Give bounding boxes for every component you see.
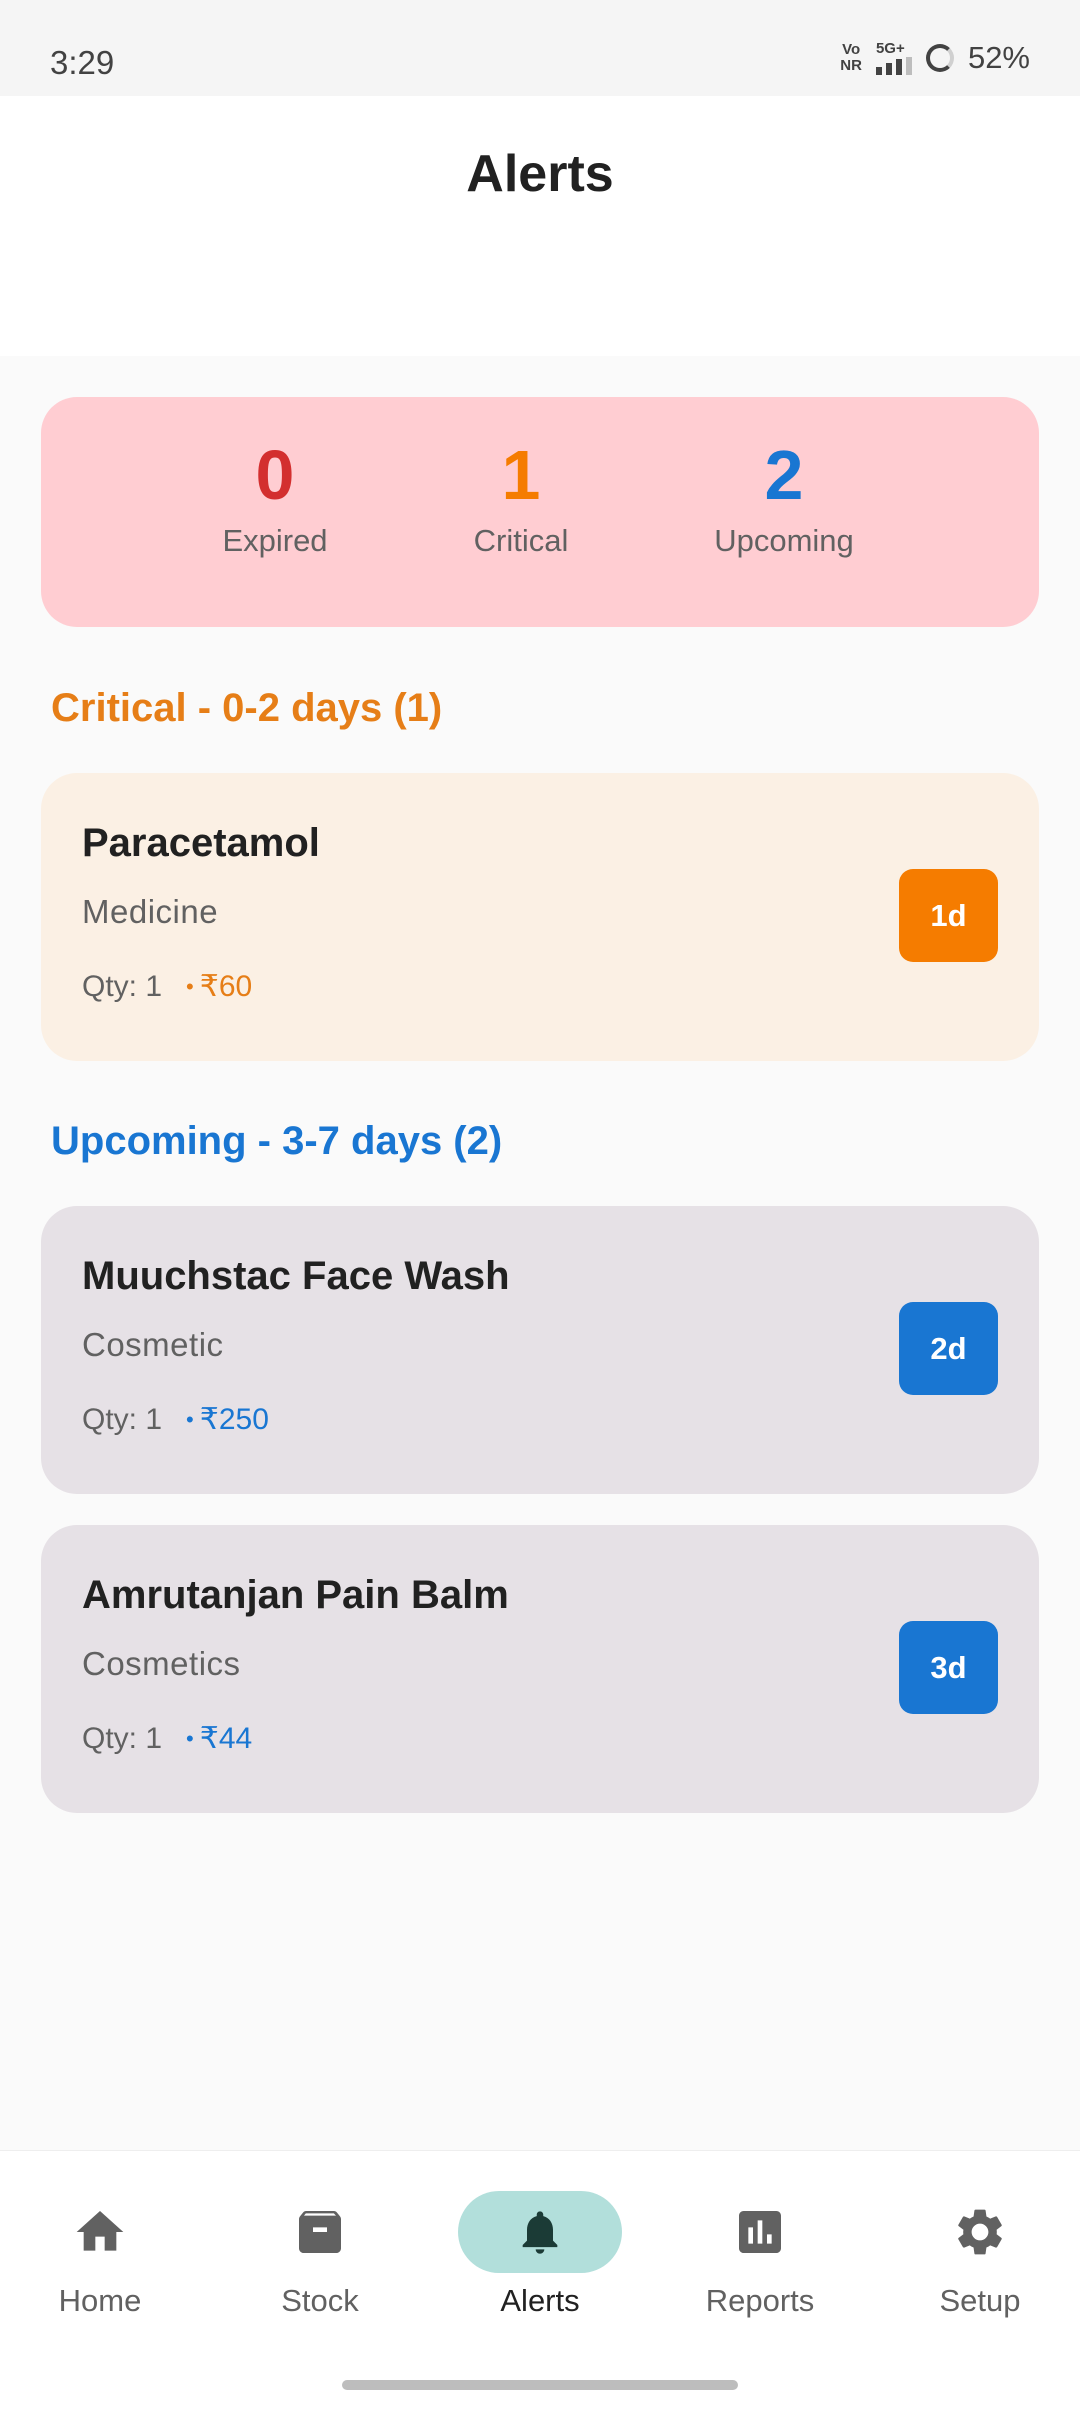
separator-dot-icon: • — [186, 973, 194, 999]
critical-label: Critical — [473, 523, 569, 558]
nav-stock[interactable]: Stock — [220, 2191, 420, 2319]
item-name: Muuchstac Face Wash — [82, 1254, 510, 1298]
days-remaining-badge: 1d — [899, 869, 998, 962]
separator-dot-icon: • — [186, 1725, 194, 1751]
nav-setup-label: Setup — [939, 2283, 1021, 2318]
item-qty: Qty: 1 — [82, 1402, 163, 1436]
nav-alerts-label: Alerts — [500, 2283, 580, 2318]
days-remaining-badge: 2d — [899, 1302, 998, 1395]
summary-expired: 0 Expired — [155, 433, 395, 559]
item-category: Cosmetics — [82, 1645, 241, 1682]
nav-reports[interactable]: Reports — [660, 2191, 860, 2319]
days-remaining-badge: 3d — [899, 1621, 998, 1714]
critical-section-heading: Critical - 0-2 days (1) — [51, 686, 443, 730]
signal-bars-icon — [875, 57, 912, 75]
expired-label: Expired — [222, 523, 328, 558]
item-price: ₹60 — [199, 970, 253, 1003]
item-meta: Qty: 1 • ₹250 — [82, 1402, 269, 1437]
battery-percentage: 52% — [967, 40, 1030, 75]
item-category: Medicine — [82, 893, 219, 930]
app-header — [0, 96, 1080, 356]
alerts-summary-card: 0 Expired 1 Critical 2 Upcoming — [41, 397, 1039, 627]
item-name: Paracetamol — [82, 821, 320, 865]
bar-chart-icon — [739, 2211, 781, 2253]
bell-icon — [522, 2211, 558, 2254]
status-indicators: Vo NR 5G+ 52% — [840, 40, 1030, 76]
battery-icon — [925, 44, 954, 72]
item-category: Cosmetic — [82, 1326, 224, 1363]
gear-icon — [958, 2209, 1002, 2255]
nav-reports-label: Reports — [705, 2283, 815, 2318]
nav-setup[interactable]: Setup — [880, 2191, 1080, 2319]
expired-count: 0 — [255, 436, 295, 514]
signal-indicator: 5G+ — [875, 41, 912, 75]
summary-upcoming: 2 Upcoming — [664, 433, 904, 559]
critical-count: 1 — [501, 436, 541, 514]
item-qty: Qty: 1 — [82, 969, 163, 1003]
alert-item-card[interactable]: Muuchstac Face Wash Cosmetic Qty: 1 • ₹2… — [41, 1206, 1039, 1494]
separator-dot-icon: • — [186, 1406, 194, 1432]
nav-alerts[interactable]: Alerts — [440, 2191, 640, 2319]
upcoming-section-heading: Upcoming - 3-7 days (2) — [51, 1119, 503, 1163]
status-bar: 3:29 Vo NR 5G+ 52% — [0, 0, 1080, 96]
item-meta: Qty: 1 • ₹44 — [82, 1721, 252, 1756]
bottom-navigation: Home Stock Alerts Reports Setup — [0, 2150, 1080, 2409]
upcoming-count: 2 — [764, 436, 804, 514]
item-price: ₹250 — [199, 1403, 269, 1436]
home-indicator[interactable] — [342, 2380, 738, 2390]
nav-home-label: Home — [58, 2283, 142, 2318]
page-title: Alerts — [466, 145, 614, 203]
nav-stock-label: Stock — [281, 2283, 359, 2318]
home-icon — [76, 2211, 124, 2251]
status-time: 3:29 — [50, 44, 115, 81]
item-qty: Qty: 1 — [82, 1721, 163, 1755]
alert-item-card[interactable]: Paracetamol Medicine Qty: 1 • ₹60 1d — [41, 773, 1039, 1061]
upcoming-label: Upcoming — [714, 523, 854, 558]
alert-item-card[interactable]: Amrutanjan Pain Balm Cosmetics Qty: 1 • … — [41, 1525, 1039, 1813]
item-price: ₹44 — [199, 1722, 253, 1755]
archive-box-icon — [299, 2211, 341, 2253]
item-name: Amrutanjan Pain Balm — [82, 1573, 509, 1617]
volte-indicator: Vo NR — [840, 41, 862, 74]
nav-home[interactable]: Home — [0, 2191, 200, 2319]
summary-critical: 1 Critical — [401, 433, 641, 559]
item-meta: Qty: 1 • ₹60 — [82, 969, 252, 1004]
